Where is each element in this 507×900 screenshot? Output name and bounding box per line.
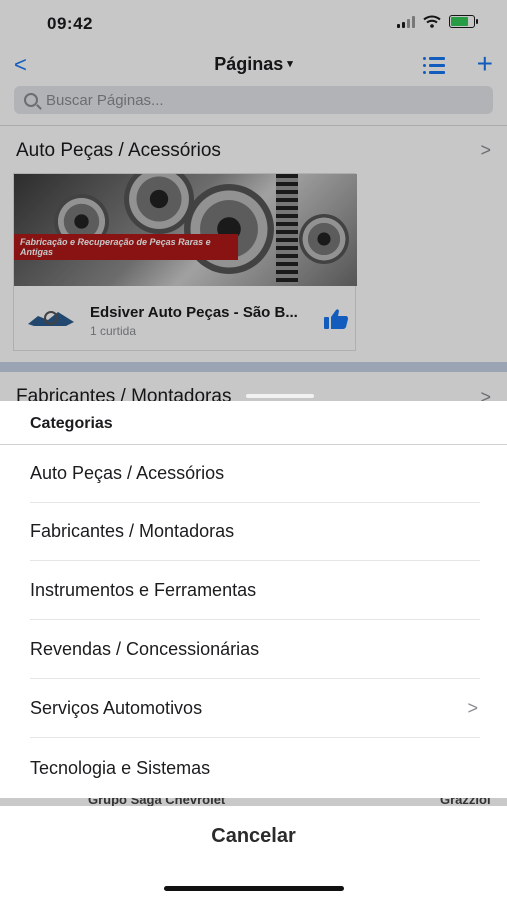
option-fabricantes[interactable]: Fabricantes / Montadoras [30, 503, 480, 561]
peek-left-text: Grupo Saga Chevrolet [88, 798, 226, 806]
option-label: Instrumentos e Ferramentas [30, 580, 257, 600]
option-revendas[interactable]: Revendas / Concessionárias [30, 621, 480, 679]
option-label: Auto Peças / Acessórios [30, 463, 225, 483]
option-auto-pecas[interactable]: Auto Peças / Acessórios [30, 445, 480, 503]
sheet-grab-handle[interactable] [246, 394, 314, 398]
category-action-sheet: Categorias Auto Peças / Acessórios Fabri… [0, 401, 507, 798]
option-tecnologia[interactable]: Tecnologia e Sistemas [30, 739, 480, 797]
peek-right-text: Grazziol [440, 798, 491, 806]
home-indicator[interactable] [164, 886, 344, 891]
cancel-button[interactable]: Cancelar [0, 818, 507, 854]
option-label: Fabricantes / Montadoras [30, 521, 235, 541]
background-peek-row: Grupo Saga Chevrolet Grazziol [0, 798, 507, 806]
chevron-right-icon: > [467, 698, 478, 718]
option-label: Revendas / Concessionárias [30, 639, 260, 659]
sheet-title: Categorias [30, 415, 113, 432]
option-label: Serviços Automotivos [30, 698, 203, 718]
cancel-area: Cancelar [0, 806, 507, 900]
option-instrumentos[interactable]: Instrumentos e Ferramentas [30, 562, 480, 620]
option-label: Tecnologia e Sistemas [30, 757, 211, 778]
option-servicos[interactable]: Serviços Automotivos > [30, 680, 480, 738]
